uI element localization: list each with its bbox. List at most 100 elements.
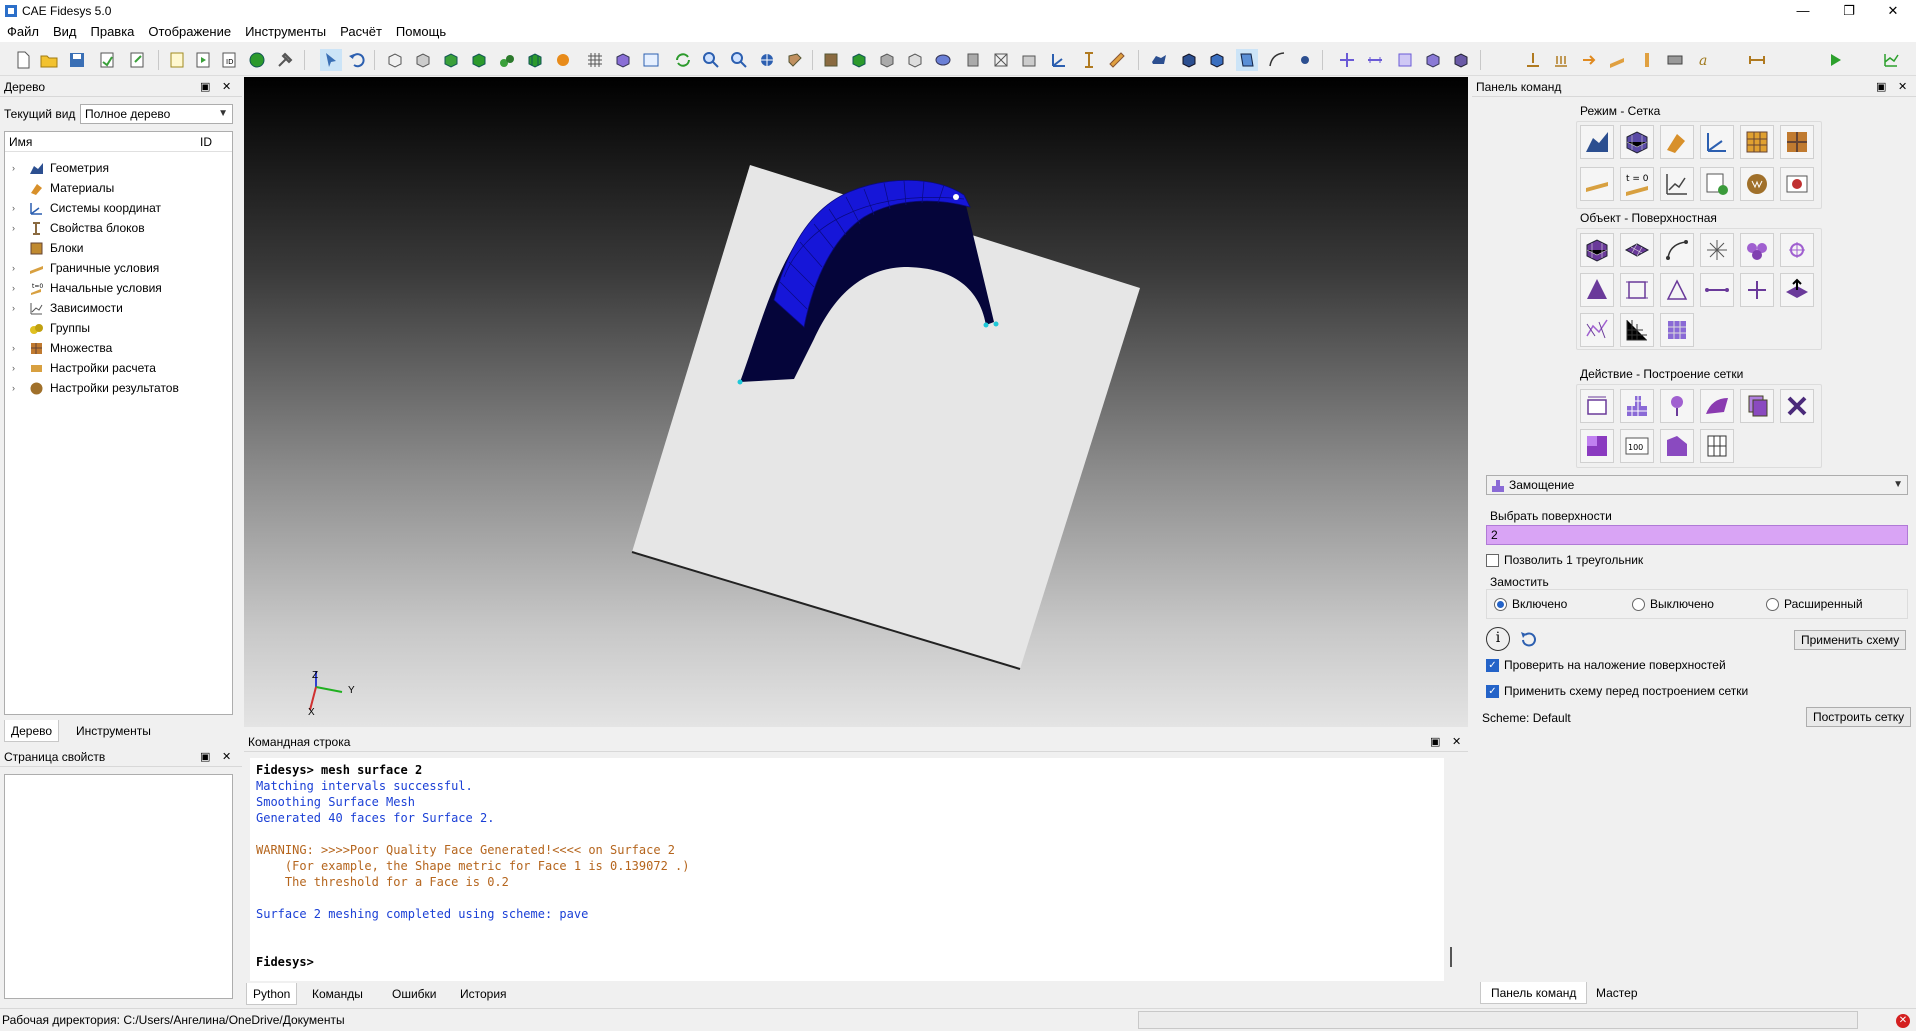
mode-dependencies-button[interactable] (1660, 167, 1694, 201)
restore-button[interactable]: ❐ (1826, 0, 1872, 22)
mode-blocks-button[interactable] (1740, 125, 1774, 159)
ruler-icon[interactable] (1106, 49, 1128, 71)
surface-mode-icon[interactable] (1236, 49, 1258, 71)
measure-icon[interactable] (1018, 49, 1040, 71)
mesh-tool-2-icon[interactable] (1178, 49, 1200, 71)
info-icon[interactable]: i (1486, 627, 1510, 651)
edge-icon[interactable] (1364, 49, 1386, 71)
view-front-icon[interactable] (820, 49, 842, 71)
expand-icon[interactable]: › (12, 158, 15, 178)
object-vertex-button[interactable] (1700, 233, 1734, 267)
action-smooth-button[interactable] (1700, 389, 1734, 423)
view-group-icon[interactable] (496, 49, 518, 71)
hammer-icon[interactable] (274, 49, 296, 71)
mode-initial-button[interactable]: t = 0 (1620, 167, 1654, 201)
grid-icon[interactable] (584, 49, 606, 71)
bc-fix-icon[interactable] (1522, 49, 1544, 71)
tab-history[interactable]: История (454, 983, 513, 1005)
mode-sets-button[interactable] (1780, 125, 1814, 159)
zoom-out-icon[interactable] (728, 49, 750, 71)
menu-file[interactable]: Файл (0, 22, 46, 42)
object-tri-button[interactable] (1660, 273, 1694, 307)
tree-item-initial-conditions[interactable]: › t=0 Начальные условия (5, 278, 232, 298)
check-overlap-checkbox[interactable]: ✓ (1486, 659, 1499, 672)
action-delete-button[interactable] (1780, 389, 1814, 423)
tree-item-analysis-settings[interactable]: › Настройки расчета (5, 358, 232, 378)
action-split-button[interactable] (1700, 429, 1734, 463)
apply-scheme-button[interactable]: Применить схему (1794, 630, 1907, 650)
run-calculation-icon[interactable] (1824, 49, 1846, 71)
tab-errors[interactable]: Ошибки (386, 983, 443, 1005)
object-surface-button[interactable] (1620, 233, 1654, 267)
dimension-icon[interactable] (1078, 49, 1100, 71)
cube-select-icon[interactable] (612, 49, 634, 71)
minimize-button[interactable]: — (1780, 0, 1826, 22)
tree-item-results-settings[interactable]: › Настройки результатов (5, 378, 232, 398)
mode-geometry-button[interactable] (1580, 125, 1614, 159)
tree-col-name[interactable]: Имя (9, 132, 32, 152)
tree-view[interactable]: Имя ID › Геометрия Материалы › Системы коо… (4, 131, 233, 715)
command-output[interactable]: Fidesys> mesh surface 2 Matching interval… (250, 758, 1444, 981)
mode-postprocess-button[interactable] (1780, 167, 1814, 201)
bc-load-icon[interactable] (1550, 49, 1572, 71)
run-script-icon[interactable] (192, 49, 214, 71)
close-icon[interactable]: ✕ (222, 77, 231, 97)
action-mesh-button[interactable] (1620, 389, 1654, 423)
view-iso-icon[interactable] (932, 49, 954, 71)
perspective-icon[interactable] (784, 49, 806, 71)
tab-wizard[interactable]: Мастер (1590, 982, 1644, 1004)
tree-col-id[interactable]: ID (200, 132, 212, 152)
graphics-viewport[interactable]: Z Y X (244, 77, 1468, 727)
scrollbar[interactable] (1450, 947, 1452, 967)
mesh-tool-3-icon[interactable] (1206, 49, 1228, 71)
view-top-icon[interactable] (876, 49, 898, 71)
tree-item-blocks[interactable]: Блоки (5, 238, 232, 258)
close-icon[interactable]: ✕ (1452, 732, 1461, 752)
element-icon[interactable] (1450, 49, 1472, 71)
reset-icon[interactable] (1518, 629, 1540, 651)
id-icon[interactable]: ID (218, 49, 240, 71)
tree-item-sets[interactable]: › Множества (5, 338, 232, 358)
tree-item-materials[interactable]: Материалы (5, 178, 232, 198)
radio-extended[interactable] (1766, 598, 1779, 611)
expand-toolbar-icon[interactable] (1746, 49, 1768, 71)
float-icon[interactable]: ▣ (1430, 732, 1440, 752)
tab-tree[interactable]: Дерево (4, 720, 60, 742)
apply-before-checkbox[interactable]: ✓ (1486, 685, 1499, 698)
tab-command-panel[interactable]: Панель команд (1480, 982, 1588, 1004)
object-nodeset-button[interactable] (1780, 233, 1814, 267)
sphere-icon[interactable] (246, 49, 268, 71)
object-grid-button[interactable] (1620, 313, 1654, 347)
axes-icon[interactable] (1048, 49, 1070, 71)
fit-view-icon[interactable] (756, 49, 778, 71)
window-select-icon[interactable] (640, 49, 662, 71)
properties-page[interactable] (4, 774, 233, 999)
mesh-tool-1-icon[interactable] (1148, 49, 1170, 71)
expand-icon[interactable]: › (12, 358, 15, 378)
menu-view[interactable]: Вид (46, 22, 84, 42)
view-wireframe-icon[interactable] (384, 49, 406, 71)
volume-icon[interactable] (1422, 49, 1444, 71)
tree-item-coordinate-systems[interactable]: › Системы координат (5, 198, 232, 218)
zoom-in-icon[interactable] (700, 49, 722, 71)
expand-icon[interactable]: › (12, 278, 15, 298)
save-icon[interactable] (66, 49, 88, 71)
bc-contact-icon[interactable] (1664, 49, 1686, 71)
allow-triangle-checkbox[interactable] (1486, 554, 1499, 567)
select-surfaces-input[interactable]: 2 (1486, 525, 1908, 545)
tree-item-geometry[interactable]: › Геометрия (5, 158, 232, 178)
refresh-icon[interactable] (672, 49, 694, 71)
bc-temperature-icon[interactable] (1606, 49, 1628, 71)
object-quad-button[interactable] (1620, 273, 1654, 307)
tab-tools[interactable]: Инструменты (70, 720, 157, 742)
undo-icon[interactable] (346, 49, 368, 71)
script-icon[interactable] (166, 49, 188, 71)
object-extrude-button[interactable] (1780, 273, 1814, 307)
bc-formula-icon[interactable]: a (1694, 49, 1716, 71)
action-copy-button[interactable] (1740, 389, 1774, 423)
expand-icon[interactable]: › (12, 258, 15, 278)
face-icon[interactable] (1394, 49, 1416, 71)
object-volume-button[interactable] (1580, 233, 1614, 267)
curve-mode-icon[interactable] (1266, 49, 1288, 71)
tree-item-dependencies[interactable]: › Зависимости (5, 298, 232, 318)
